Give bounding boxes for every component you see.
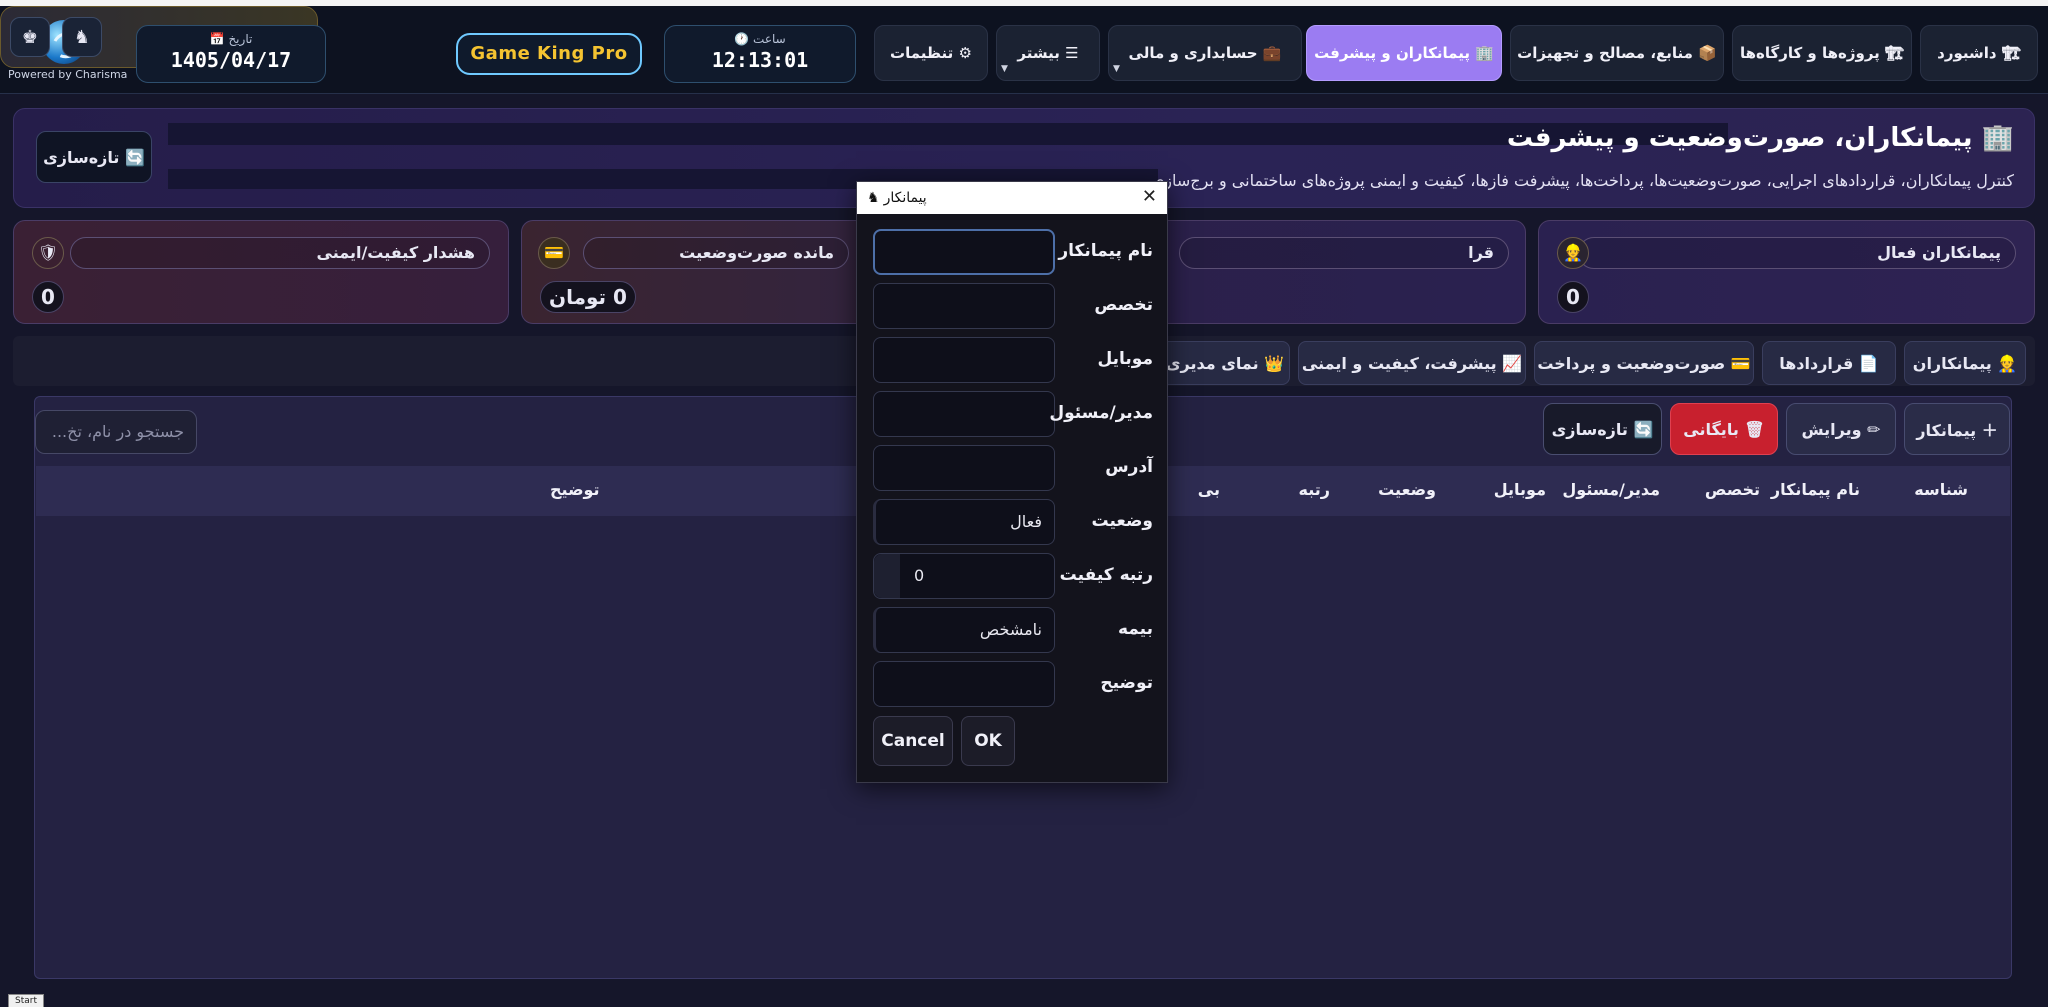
column-header[interactable]: وضعیت [1378, 480, 1436, 499]
game-king-pro-button[interactable]: Game King Pro [456, 33, 642, 75]
manager-field[interactable] [873, 391, 1055, 437]
shield-icon: 🛡 [32, 237, 64, 269]
header-progress-track [168, 123, 1728, 145]
contractor-dialog: پیمانکار ♞ ✕ نام پیمانکار تخصص موبایل مد… [856, 181, 1168, 783]
stat-value: 0 [1557, 281, 1589, 313]
field-label: توضیح [1100, 673, 1153, 693]
column-header[interactable]: موبایل [1494, 480, 1546, 499]
nav-settings[interactable]: ⚙ تنظیمات [874, 25, 988, 81]
column-header[interactable]: رتبه [1299, 480, 1330, 499]
field-row-address: آدرس [873, 445, 1153, 491]
chess-piece-icon[interactable]: ♞ [62, 17, 102, 57]
stat-label: پیمانکاران فعال [1578, 237, 2016, 269]
date-value: 1405/04/17 [170, 48, 292, 72]
tab-contracts[interactable]: 📄 قراردادها [1762, 341, 1896, 385]
stat-label: مانده صورت‌وضعیت [583, 237, 849, 269]
column-header[interactable]: توضیح [550, 480, 600, 499]
worker-icon: 👷 [1557, 237, 1589, 269]
address-field[interactable] [873, 445, 1055, 491]
nav-contractors[interactable]: 🏢 پیمانکاران و پیشرفت [1306, 25, 1502, 81]
field-row-status: فعال وضعیت [873, 499, 1153, 545]
description-field[interactable] [873, 661, 1055, 707]
dialog-titlebar: پیمانکار ♞ ✕ [857, 182, 1167, 214]
nav-finance[interactable]: 💼 حسابداری و مالی ▼ [1108, 25, 1302, 81]
column-header[interactable]: تخصص [1705, 480, 1760, 499]
field-row-quality-rank: 0 رتبه کیفیت [873, 553, 1153, 599]
column-header[interactable]: نام پیمانکار [1771, 480, 1860, 499]
field-label: مدیر/مسئول [1049, 403, 1153, 423]
refresh-button[interactable]: 🔄 تازه‌سازی [1543, 403, 1662, 455]
field-label: نام پیمانکار [1058, 241, 1153, 261]
top-navigation-bar: Powered by Charisma 📅 تاریخ 1405/04/17 ♚… [0, 6, 2048, 94]
start-button[interactable]: Start [8, 994, 44, 1007]
field-row-manager: مدیر/مسئول [873, 391, 1153, 437]
date-widget: 📅 تاریخ 1405/04/17 [136, 25, 326, 83]
column-header[interactable]: مدیر/مسئول [1562, 480, 1660, 499]
date-label: 📅 تاریخ [209, 32, 253, 46]
tab-contractors[interactable]: 👷 پیمانکاران [1904, 341, 2026, 385]
page-title: 🏢 پیمانکاران، صورت‌وضعیت و پیشرفت [1506, 123, 2014, 153]
nav-more-label: ☰ بیشتر [1017, 44, 1079, 62]
ok-button[interactable]: OK [961, 716, 1015, 766]
stat-label: قرا [1179, 237, 1509, 269]
quality-rank-spinbox[interactable]: 0 [873, 553, 1055, 599]
add-contractor-button[interactable]: ＋ پیمانکار [1904, 403, 2010, 455]
nav-dashboard[interactable]: 🏗 داشبورد [1920, 25, 2038, 81]
nav-resources[interactable]: 📦 منابع، مصالح و تجهیزات [1510, 25, 1724, 81]
nav-more[interactable]: ☰ بیشتر ▼ [996, 25, 1100, 81]
archive-button[interactable]: 🗑 بایگانی [1670, 403, 1778, 455]
field-row-specialty: تخصص [873, 283, 1153, 329]
nav-finance-label: 💼 حسابداری و مالی [1128, 44, 1282, 62]
chevron-down-icon: ▼ [1113, 64, 1120, 74]
field-row-description: توضیح [873, 661, 1153, 707]
column-header[interactable]: شناسه [1914, 480, 1968, 499]
header-refresh-button[interactable]: 🔄 تازه‌سازی [36, 131, 152, 183]
field-row-mobile: موبایل [873, 337, 1153, 383]
page-subtitle: کنترل پیمانکاران، قراردادهای اجرایی، صور… [1151, 171, 2014, 190]
cancel-button[interactable]: Cancel [873, 716, 953, 766]
field-label: بیمه [1117, 619, 1153, 639]
stat-label: هشدار کیفیت/ایمنی [70, 237, 490, 269]
tab-progress-quality[interactable]: 📈 پیشرفت، کیفیت و ایمنی [1298, 341, 1526, 385]
search-input[interactable]: جستجو در نام، تخ... [35, 410, 197, 454]
edit-button[interactable]: ✏ ویرایش [1786, 403, 1896, 455]
powered-by-text: Powered by Charisma [8, 68, 128, 81]
chevron-down-icon: ▼ [1001, 64, 1008, 74]
dialog-title: پیمانکار ♞ [867, 190, 927, 206]
field-label: آدرس [1105, 457, 1153, 477]
clock-label: 🕐 ساعت [734, 32, 786, 46]
field-label: وضعیت [1091, 511, 1153, 531]
field-label: تخصص [1094, 295, 1153, 315]
chess-knight-icon: ♞ [867, 190, 880, 206]
clock-value: 12:13:01 [711, 48, 809, 72]
dialog-title-text: پیمانکار [883, 190, 927, 206]
clock-widget: 🕐 ساعت 12:13:01 [664, 25, 856, 83]
nav-projects[interactable]: 🏗 پروژه‌ها و کارگاه‌ها [1732, 25, 1912, 81]
field-label: رتبه کیفیت [1059, 565, 1153, 585]
stat-value: 0 تومان [540, 281, 636, 313]
tab-management-view[interactable]: 👑 نمای مدیری [1160, 341, 1290, 385]
stat-card-payment-balance: مانده صورت‌وضعیت 💳 0 تومان [521, 220, 859, 324]
tab-payments[interactable]: 💳 صورت‌وضعیت و پرداخت [1534, 341, 1754, 385]
stat-card-quality-alerts: هشدار کیفیت/ایمنی 🛡 0 [13, 220, 509, 324]
specialty-field[interactable] [873, 283, 1055, 329]
field-row-insurance: نامشخص بیمه [873, 607, 1153, 653]
status-select[interactable]: فعال [873, 499, 1055, 545]
credit-card-icon: 💳 [538, 237, 570, 269]
mobile-field[interactable] [873, 337, 1055, 383]
close-icon[interactable]: ✕ [1142, 186, 1157, 207]
field-row-contractor-name: نام پیمانکار [873, 229, 1153, 275]
contractor-name-field[interactable] [873, 229, 1055, 275]
field-label: موبایل [1097, 349, 1153, 369]
column-header[interactable]: بی [1198, 480, 1220, 499]
stat-card-active-contractors: پیمانکاران فعال 👷 0 [1538, 220, 2035, 324]
insurance-select[interactable]: نامشخص [873, 607, 1055, 653]
king-avatar-icon[interactable]: ♚ [10, 17, 50, 57]
stat-value: 0 [32, 281, 64, 313]
